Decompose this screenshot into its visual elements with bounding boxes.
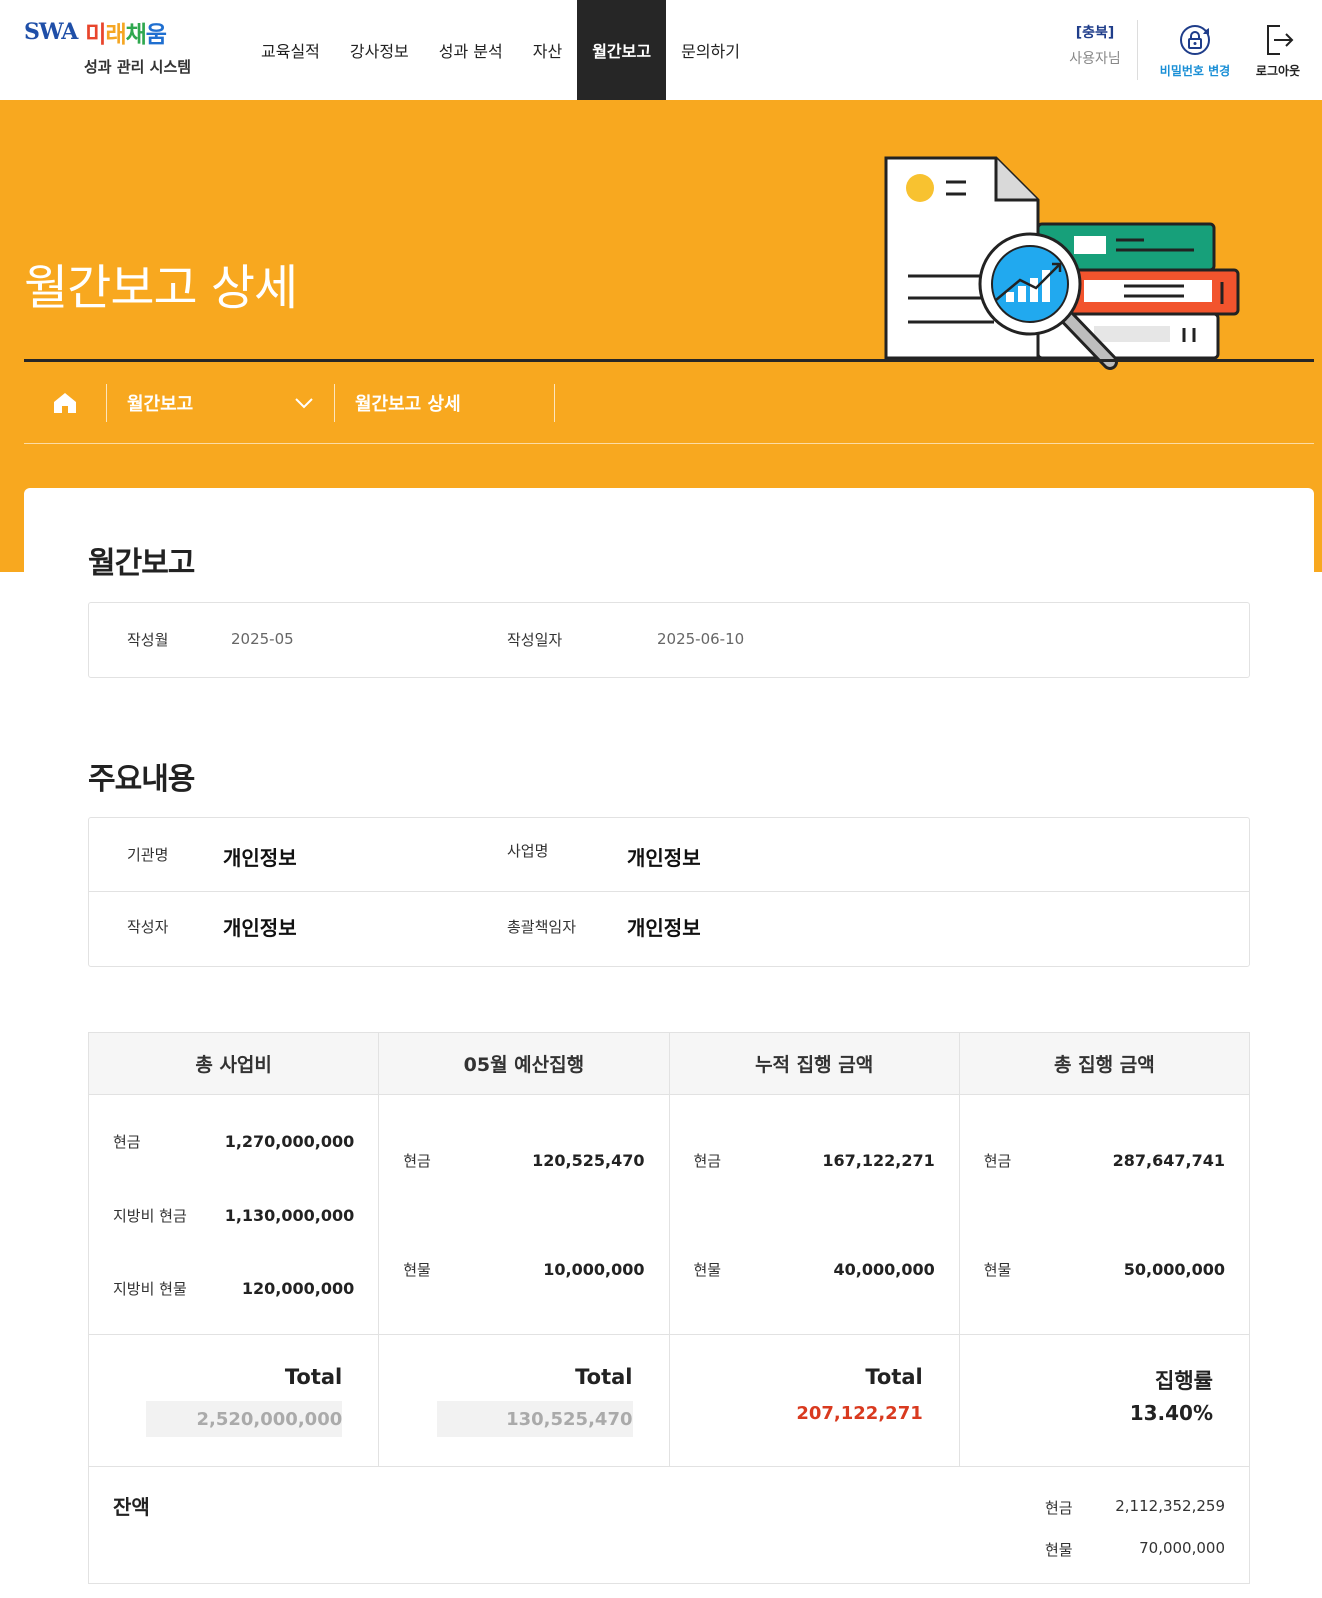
month-label: 작성월 xyxy=(127,631,169,649)
nav-item-inquiry[interactable]: 문의하기 xyxy=(666,0,755,100)
nav-item-education[interactable]: 교육실적 xyxy=(246,0,335,100)
total-exec-column: 현금 287,647,741 현물 50,000,000 xyxy=(960,1095,1249,1334)
logout-icon xyxy=(1267,25,1294,55)
report-section-title: 월간보고 xyxy=(88,546,195,581)
breadcrumb-home[interactable] xyxy=(24,362,106,444)
org-value: 개인정보 xyxy=(223,846,297,870)
summary-section-title: 주요내용 xyxy=(88,762,195,797)
logout-button[interactable]: 로그아웃 xyxy=(1248,22,1308,79)
logo[interactable]: SWA 미래채움 성과 관리 시스템 xyxy=(24,14,214,86)
budget-line: 현물 40,000,000 xyxy=(693,1260,935,1279)
exec-rate-value: 13.40% xyxy=(1129,1401,1213,1425)
nav-item-monthly-report[interactable]: 월간보고 xyxy=(577,0,667,100)
org-label: 기관명 xyxy=(127,846,169,864)
month-value: 2025-05 xyxy=(231,630,294,648)
header-divider xyxy=(1137,20,1138,80)
lock-refresh-icon xyxy=(1180,25,1210,55)
date-label: 작성일자 xyxy=(507,631,563,649)
report-info-box: 작성월 2025-05 작성일자 2025-06-10 xyxy=(88,602,1250,678)
budget-line: 현금 287,647,741 xyxy=(983,1151,1225,1170)
budget-line: 현금 1,270,000,000 xyxy=(113,1132,355,1151)
budget-table-header: 총 사업비 05월 예산집행 누적 집행 금액 총 집행 금액 xyxy=(89,1033,1249,1095)
balance-line: 현금 2,112,352,259 xyxy=(1045,1497,1225,1517)
budget-totals-row: Total Total Total 207,122,271 집행률 13.40% xyxy=(89,1335,1249,1467)
logo-brand: 미래채움 xyxy=(85,22,167,48)
total-budget-sum-cell: Total xyxy=(89,1335,380,1466)
user-name: 사용자님 xyxy=(1069,51,1121,67)
nav-item-instructor[interactable]: 강사정보 xyxy=(335,0,424,100)
breadcrumb-current: 월간보고 상세 xyxy=(355,393,461,415)
cumulative-sum-value: 207,122,271 xyxy=(796,1403,923,1424)
writer-label: 작성자 xyxy=(127,918,169,936)
monthly-sum-field[interactable] xyxy=(436,1401,633,1437)
header-cumulative-exec: 누적 집행 금액 xyxy=(670,1033,960,1094)
top-header: SWA 미래채움 성과 관리 시스템 교육실적 강사정보 성과 분석 자산 월간… xyxy=(0,0,1322,100)
writer-value: 개인정보 xyxy=(223,916,297,940)
total-label: Total xyxy=(865,1365,923,1389)
total-budget-sum-field[interactable] xyxy=(146,1401,343,1437)
password-change-button[interactable]: 비밀번호 변경 xyxy=(1150,22,1240,79)
exec-rate-label: 집행률 xyxy=(1155,1369,1213,1393)
home-icon xyxy=(54,392,76,413)
balance-line: 현물 70,000,000 xyxy=(1045,1539,1225,1559)
report-illustration xyxy=(884,156,1240,370)
chevron-down-icon xyxy=(295,397,313,408)
manager-value: 개인정보 xyxy=(627,916,701,940)
monthly-exec-column: 현금 120,525,470 현물 10,000,000 xyxy=(379,1095,670,1334)
budget-line: 현금 120,525,470 xyxy=(403,1151,645,1170)
total-label: Total xyxy=(284,1365,343,1389)
logo-subtitle: 성과 관리 시스템 xyxy=(84,58,192,76)
breadcrumb-section-label: 월간보고 xyxy=(127,393,194,415)
budget-line: 현물 10,000,000 xyxy=(403,1260,645,1279)
logout-label: 로그아웃 xyxy=(1255,64,1301,78)
header-total-exec: 총 집행 금액 xyxy=(1054,1054,1155,1076)
header-monthly-exec: 05월 예산집행 xyxy=(379,1033,670,1094)
project-label: 사업명 xyxy=(507,842,549,860)
banner-title: 월간보고 상세 xyxy=(24,260,298,316)
total-budget-column: 현금 1,270,000,000 지방비 현금 1,130,000,000 지방비 … xyxy=(89,1095,380,1334)
budget-line: 지방비 현금 1,130,000,000 xyxy=(113,1206,355,1225)
budget-table: 총 사업비 05월 예산집행 누적 집행 금액 총 집행 금액 현금 1,270,… xyxy=(88,1032,1250,1584)
budget-line: 현금 167,122,271 xyxy=(693,1151,935,1170)
breadcrumb-separator xyxy=(554,383,555,422)
password-change-label: 비밀번호 변경 xyxy=(1159,64,1231,78)
nav-item-analysis[interactable]: 성과 분석 xyxy=(424,0,518,100)
cumulative-sum-cell: Total 207,122,271 xyxy=(670,1335,960,1466)
summary-info-box: 기관명 개인정보 사업명 개인정보 작성자 개인정보 총괄책임자 개인정보 xyxy=(88,817,1250,967)
balance-row: 잔액 현금 2,112,352,259 현물 70,000,000 xyxy=(89,1467,1249,1583)
breadcrumb-section-dropdown[interactable]: 월간보고 xyxy=(107,362,334,444)
content-card: 월간보고 작성월 2025-05 작성일자 2025-06-10 주요내용 기관… xyxy=(24,488,1314,1598)
date-value: 2025-06-10 xyxy=(657,630,745,648)
budget-line: 현물 50,000,000 xyxy=(983,1260,1225,1279)
user-info: [충북] 사용자님 xyxy=(1060,22,1130,68)
breadcrumb: 월간보고 월간보고 상세 xyxy=(24,362,1314,444)
header-total-budget: 총 사업비 xyxy=(89,1033,380,1094)
monthly-sum-cell: Total xyxy=(379,1335,670,1466)
nav-item-assets[interactable]: 자산 xyxy=(518,0,577,100)
budget-line: 지방비 현물 120,000,000 xyxy=(113,1279,355,1298)
user-region: [충북] xyxy=(1075,25,1115,41)
total-label: Total xyxy=(575,1365,633,1389)
cumulative-exec-column: 현금 167,122,271 현물 40,000,000 xyxy=(670,1095,960,1334)
main-nav: 교육실적 강사정보 성과 분석 자산 월간보고 문의하기 xyxy=(246,0,755,100)
exec-rate-cell: 집행률 13.40% xyxy=(960,1335,1249,1466)
manager-label: 총괄책임자 xyxy=(507,918,577,936)
logo-latin: SWA xyxy=(24,19,78,45)
balance-title: 잔액 xyxy=(113,1495,150,1519)
project-value: 개인정보 xyxy=(627,846,701,870)
budget-table-body: 현금 1,270,000,000 지방비 현금 1,130,000,000 지방비 … xyxy=(89,1095,1249,1335)
